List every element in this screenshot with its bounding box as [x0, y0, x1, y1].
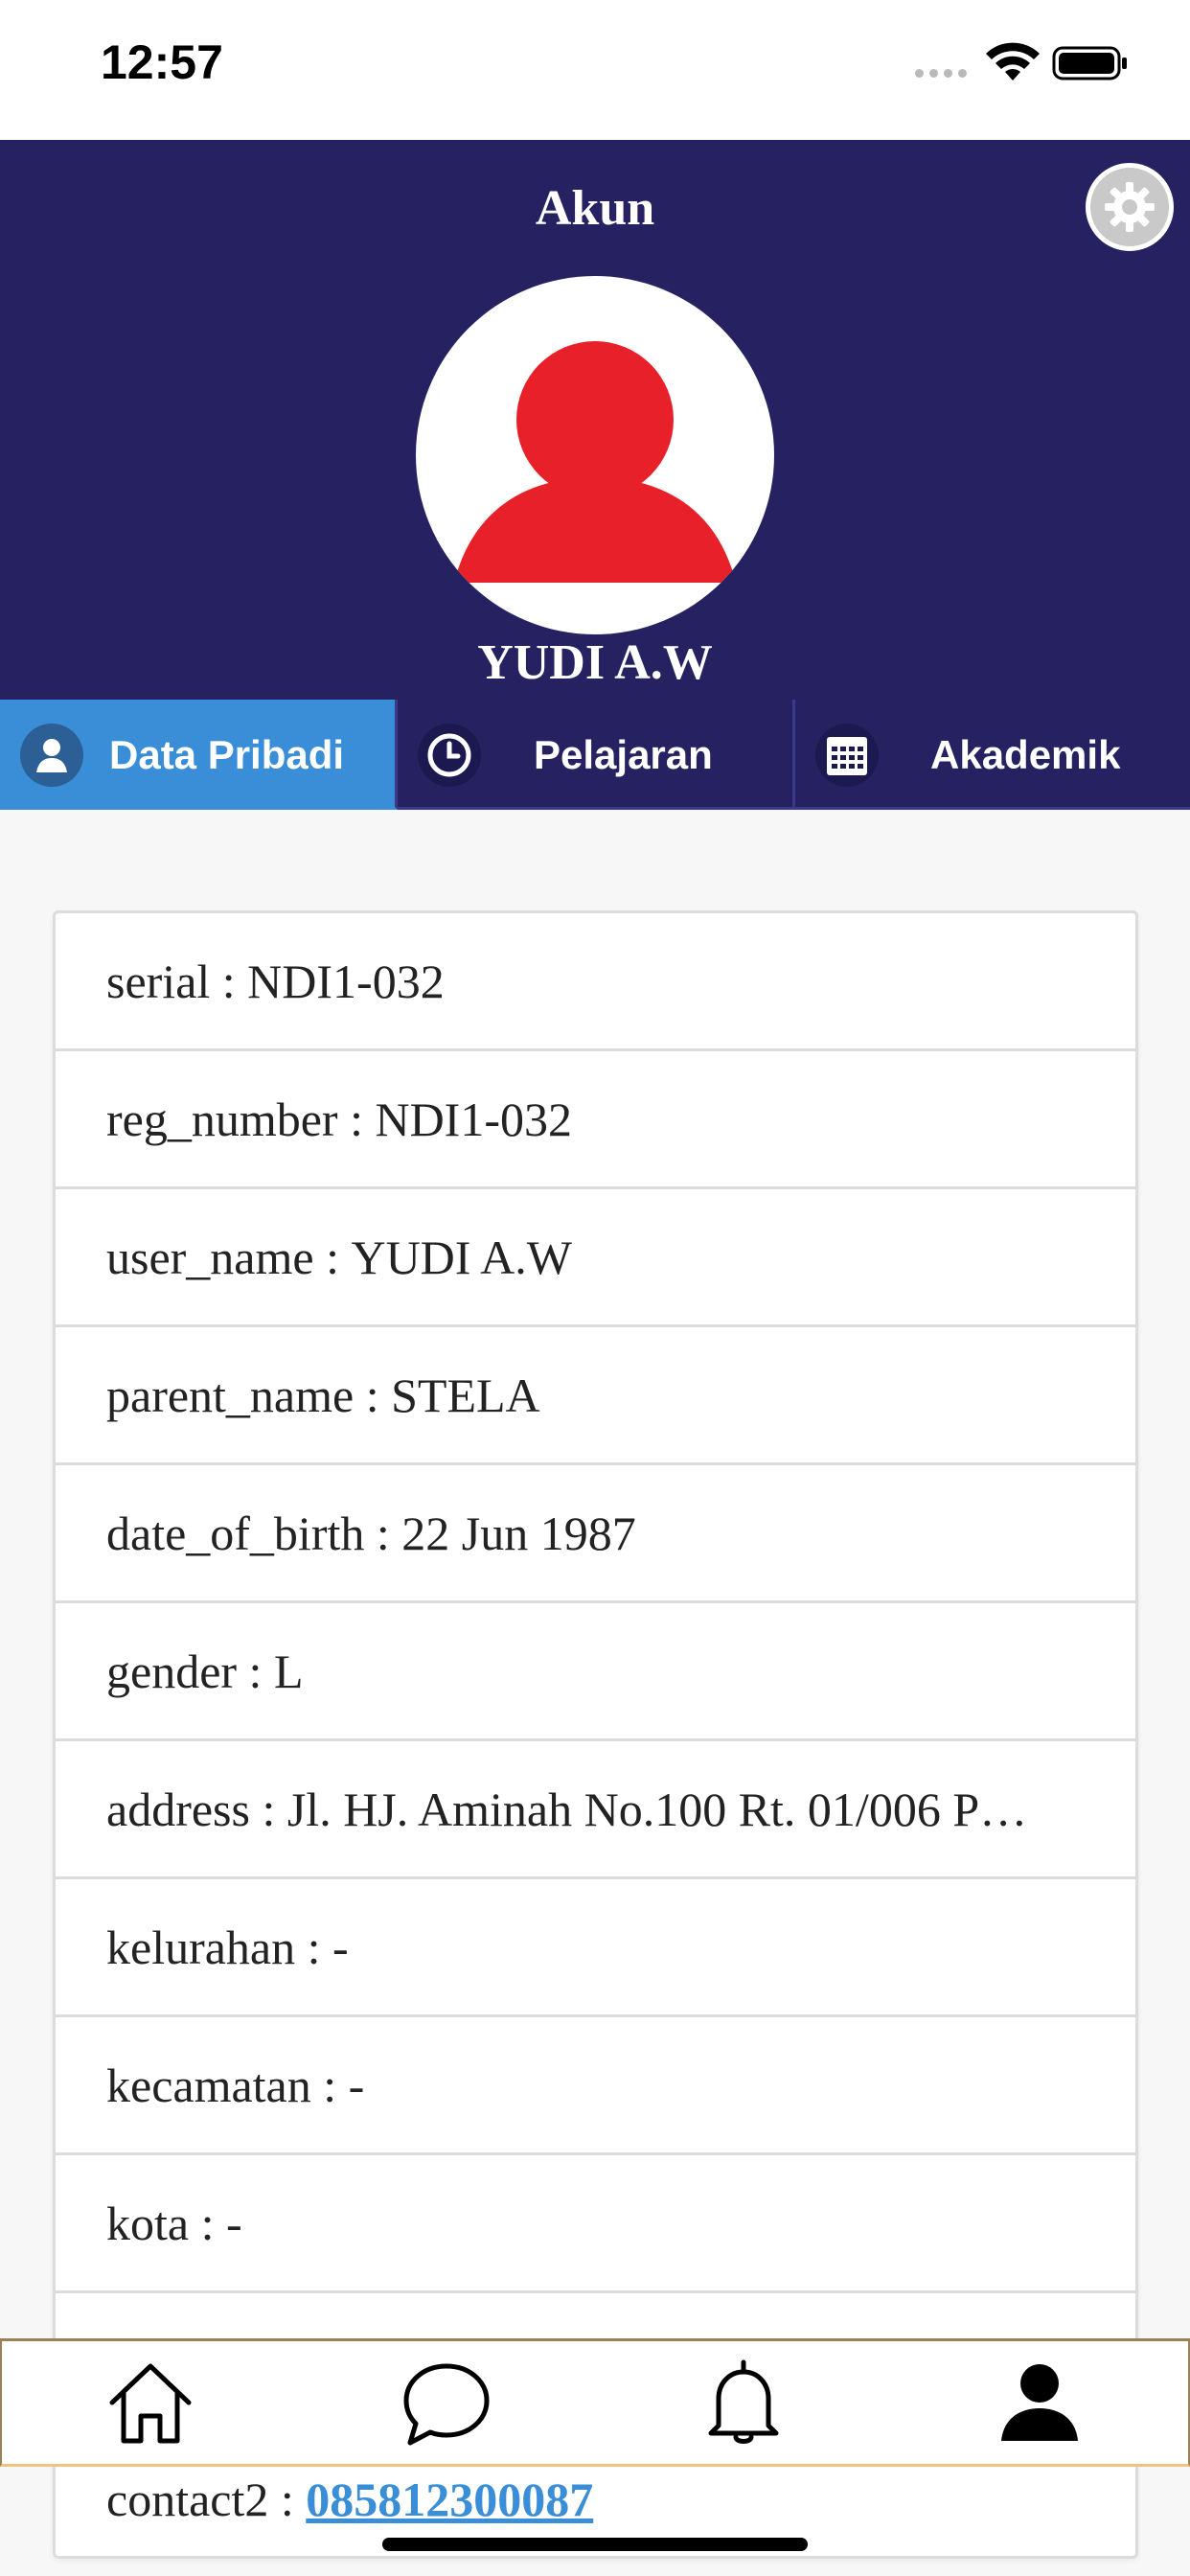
settings-button[interactable] [1086, 163, 1174, 251]
nav-home[interactable] [93, 2345, 208, 2460]
list-item-date-of-birth: date_of_birth :22 Jun 1987 [56, 1465, 1135, 1603]
contact2-link[interactable]: 085812300087 [306, 2472, 593, 2527]
avatar[interactable] [416, 276, 774, 634]
chat-bubble-icon [403, 2363, 490, 2446]
status-time: 12:57 [101, 35, 223, 89]
home-icon [109, 2363, 192, 2444]
signal-icon [915, 69, 967, 78]
wifi-icon [986, 42, 1040, 80]
gear-icon [1105, 182, 1155, 232]
list-item-parent-name: parent_name : STELA [56, 1327, 1135, 1465]
list-item-kota: kota :- [56, 2155, 1135, 2293]
person-icon [1001, 2364, 1079, 2441]
battery-icon [1052, 46, 1127, 80]
home-indicator [382, 2538, 808, 2551]
tab-akademik[interactable] [795, 700, 1190, 810]
bottom-nav [0, 2338, 1190, 2467]
nav-chat[interactable] [389, 2345, 504, 2460]
profile-tabs [0, 700, 1190, 810]
page-title: Akun [535, 181, 655, 236]
list-item-kelurahan: kelurahan :- [56, 1879, 1135, 2017]
list-item-kecamatan: kecamatan :- [56, 2017, 1135, 2155]
list-item-serial: serial : NDI1-032 [56, 913, 1135, 1051]
list-item-gender: gender :L [56, 1603, 1135, 1741]
tab-data-pribadi[interactable] [0, 700, 398, 810]
status-bar: 12:57 [0, 0, 1190, 140]
personal-data-list: serial : NDI1-032 reg_number : NDI1-032 us… [53, 910, 1138, 2559]
nav-notifications[interactable] [686, 2345, 801, 2460]
bell-icon [708, 2359, 779, 2444]
list-item-reg-number: reg_number : NDI1-032 [56, 1051, 1135, 1189]
profile-header: Akun YUDI A.W [0, 140, 1190, 700]
tab-pelajaran[interactable] [398, 700, 795, 810]
list-item-user-name: user_name : YUDI A.W [56, 1189, 1135, 1327]
nav-account[interactable] [982, 2345, 1097, 2460]
list-item-address: address : Jl. HJ. Aminah No.100 Rt. 01/00… [56, 1741, 1135, 1879]
user-silhouette-icon [454, 341, 736, 583]
user-name: YUDI A.W [477, 635, 713, 690]
